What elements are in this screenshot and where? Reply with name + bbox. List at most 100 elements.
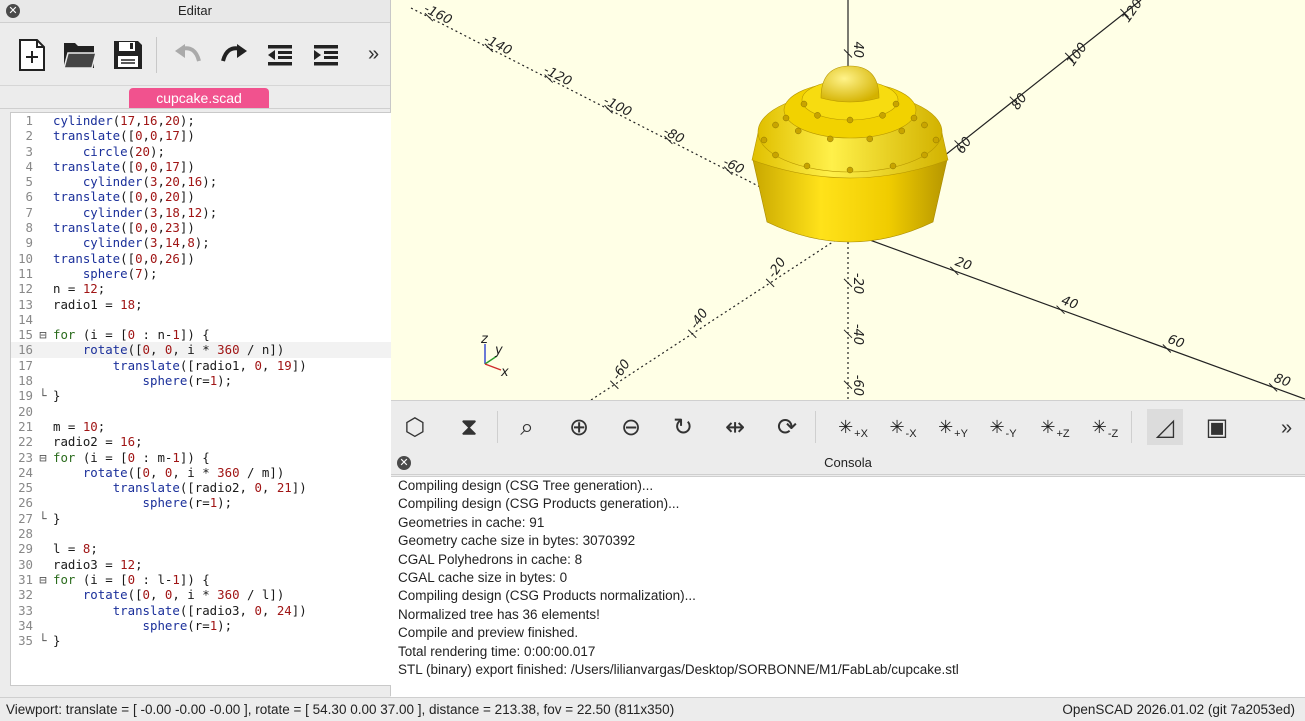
code-line[interactable]: 15 ⊟ for (i = [0 : n-1]) {	[11, 327, 391, 342]
3d-viewport[interactable]: -40-60-80-100-120-140-16020406080-20-40-…	[391, 0, 1305, 400]
sprinkle	[932, 136, 940, 144]
render-icon[interactable]: ⧗	[451, 409, 487, 445]
viewport-status: Viewport: translate = [ -0.00 -0.00 -0.0…	[6, 702, 675, 717]
code-line[interactable]: 5 cylinder(3,20,16);	[11, 174, 391, 189]
view-front-icon[interactable]: ✳ -Y	[985, 409, 1021, 445]
line-number: 28	[18, 526, 33, 542]
reset-view-icon[interactable]: ↻	[665, 409, 701, 445]
code-line[interactable]: 29 l = 8;	[11, 541, 391, 556]
code-line[interactable]: 35 └}	[11, 633, 391, 648]
fold-marker-icon[interactable]: ⊟	[36, 327, 50, 342]
code-line[interactable]: 25 translate([radio2, 0, 21])	[11, 480, 391, 495]
indent-icon[interactable]	[308, 37, 344, 73]
view-axis-label: +Z	[1056, 428, 1070, 440]
code-line[interactable]: 21 m = 10;	[11, 419, 391, 434]
code-line[interactable]: 22 radio2 = 16;	[11, 434, 391, 449]
line-number: 33	[18, 602, 33, 618]
new-file-icon[interactable]	[14, 37, 50, 73]
view-axis-label: -X	[905, 428, 917, 440]
axis-tick	[765, 278, 775, 288]
save-file-icon[interactable]	[110, 37, 146, 73]
line-number: 19	[18, 388, 33, 404]
view-top-icon[interactable]: ✳ +Z	[1037, 409, 1073, 445]
view-back-icon[interactable]: ✳ +Y	[935, 409, 971, 445]
rotate-45-icon[interactable]: ⟳	[769, 409, 805, 445]
file-tab-cupcake[interactable]: cupcake.scad	[129, 88, 269, 108]
axis-tick-label: -20	[850, 273, 865, 294]
code-line[interactable]: 24 rotate([0, 0, i * 360 / m])	[11, 465, 391, 480]
code-line[interactable]: 33 translate([radio3, 0, 24])	[11, 603, 391, 618]
axis-tick	[687, 329, 697, 339]
code-line[interactable]: 26 sphere(r=1);	[11, 495, 391, 510]
undo-icon[interactable]	[170, 37, 206, 73]
code-line[interactable]: 19 └}	[11, 388, 391, 403]
code-line[interactable]: 31 ⊟ for (i = [0 : l-1]) {	[11, 572, 391, 587]
code-line[interactable]: 17 translate([radio1, 0, 19])	[11, 358, 391, 373]
toolbar-separator	[497, 411, 498, 443]
code-line[interactable]: 7 cylinder(3,18,12);	[11, 205, 391, 220]
orthographic-icon[interactable]: ▣	[1199, 409, 1235, 445]
axis-tick-label: -40	[687, 306, 711, 332]
code-line[interactable]: 27 └}	[11, 511, 391, 526]
code-editor[interactable]: 1 cylinder(17,16,20); 2 translate([0,0,17])…	[10, 112, 392, 686]
view-axis-label: +X	[854, 428, 868, 440]
fold-marker-icon[interactable]: ⊟	[36, 450, 50, 465]
console-close-icon[interactable]: ✕	[397, 456, 411, 470]
fold-marker-icon[interactable]: ⊟	[36, 572, 50, 587]
sprinkle	[889, 162, 897, 170]
sprinkle	[803, 162, 811, 170]
code-line[interactable]: 11 sphere(7);	[11, 266, 391, 281]
code-text: sphere(r=1);	[142, 373, 233, 389]
line-number: 4	[25, 158, 33, 174]
editor-close-icon[interactable]: ✕	[6, 4, 20, 18]
perspective-icon[interactable]: ◿	[1147, 409, 1183, 445]
orthogonal-icon[interactable]: ⇹	[717, 409, 753, 445]
code-line[interactable]: 3 circle(20);	[11, 144, 391, 159]
preview-icon[interactable]: ⬡	[397, 409, 433, 445]
code-line[interactable]: 18 sphere(r=1);	[11, 373, 391, 388]
fold-marker-icon: └	[39, 388, 47, 404]
code-line[interactable]: 8 translate([0,0,23])	[11, 220, 391, 235]
code-line[interactable]: 32 rotate([0, 0, i * 360 / l])	[11, 587, 391, 602]
editor-more-chevron-icon[interactable]: »	[368, 43, 379, 66]
gizmo-x-label: x	[500, 365, 509, 380]
code-line[interactable]: 16 rotate([0, 0, i * 360 / n])	[11, 342, 391, 358]
console-line: STL (binary) export finished: /Users/lil…	[398, 661, 959, 677]
code-text: radio3 = 12;	[53, 556, 143, 572]
view-more-chevron-icon[interactable]: »	[1281, 417, 1292, 440]
view-all-icon[interactable]: ⌕	[509, 409, 545, 445]
line-number: 13	[18, 296, 33, 312]
code-line[interactable]: 2 translate([0,0,17])	[11, 128, 391, 143]
code-line[interactable]: 34 sphere(r=1);	[11, 618, 391, 633]
code-line[interactable]: 6 translate([0,0,20])	[11, 189, 391, 204]
code-text: sphere(r=1);	[142, 495, 233, 511]
sprinkle	[892, 100, 900, 108]
code-line[interactable]: 13 radio1 = 18;	[11, 297, 391, 312]
sprinkle	[826, 135, 834, 143]
code-text: cylinder(3,18,12);	[82, 204, 218, 220]
line-number: 7	[25, 204, 33, 220]
editor-panel: ✕ Editar » cupcake.scad 1 cylinder(17,16,…	[0, 0, 392, 696]
open-file-icon[interactable]	[62, 37, 98, 73]
zoom-out-icon[interactable]: ⊖	[613, 409, 649, 445]
code-text: translate([radio2, 0, 21])	[112, 480, 307, 496]
code-line[interactable]: 10 translate([0,0,26])	[11, 251, 391, 266]
line-number: 16	[18, 342, 33, 358]
line-number: 10	[18, 250, 33, 266]
view-left-icon[interactable]: ✳ -X	[885, 409, 921, 445]
view-right-icon[interactable]: ✳ +X	[835, 409, 871, 445]
code-line[interactable]: 23 ⊟ for (i = [0 : m-1]) {	[11, 450, 391, 465]
code-line[interactable]: 20	[11, 404, 391, 419]
unindent-icon[interactable]	[262, 37, 298, 73]
code-line[interactable]: 9 cylinder(3,14,8);	[11, 235, 391, 250]
redo-icon[interactable]	[216, 37, 252, 73]
code-line[interactable]: 28	[11, 526, 391, 541]
code-line[interactable]: 12 n = 12;	[11, 281, 391, 296]
code-line[interactable]: 30 radio3 = 12;	[11, 557, 391, 572]
code-line[interactable]: 14	[11, 312, 391, 327]
view-bottom-icon[interactable]: ✳ -Z	[1087, 409, 1123, 445]
code-line[interactable]: 1 cylinder(17,16,20);	[11, 113, 391, 128]
line-number: 35	[18, 633, 33, 649]
zoom-in-icon[interactable]: ⊕	[561, 409, 597, 445]
code-line[interactable]: 4 translate([0,0,17])	[11, 159, 391, 174]
